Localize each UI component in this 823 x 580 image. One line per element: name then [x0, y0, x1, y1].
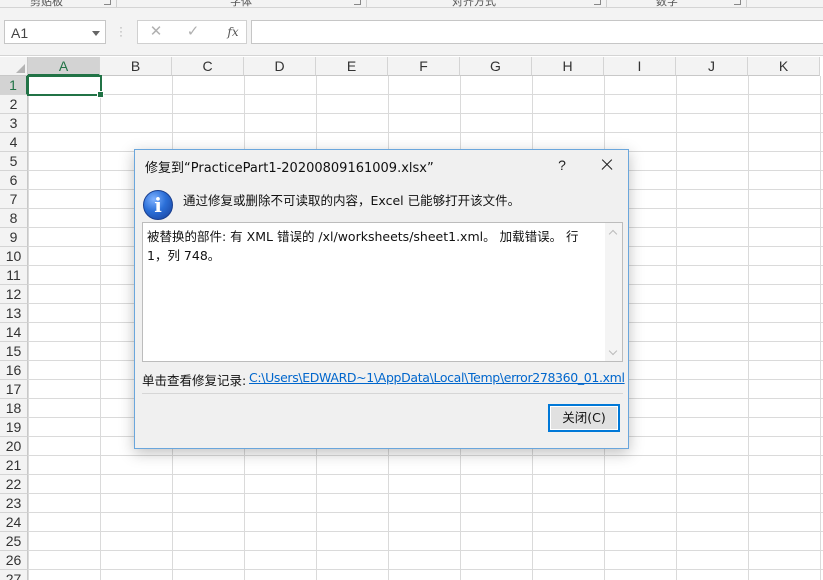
close-button[interactable]: 关闭(C) [548, 404, 620, 432]
ribbon-group-number: 数字 [656, 0, 678, 8]
row-header-26[interactable]: 26 [0, 551, 28, 570]
formula-input[interactable] [251, 20, 823, 44]
insert-function-icon[interactable]: fx [222, 23, 244, 41]
chevron-down-icon[interactable] [92, 31, 100, 36]
row-header-16[interactable]: 16 [0, 361, 28, 380]
column-header-a[interactable]: A [28, 57, 100, 76]
ribbon-group-labels: 剪贴板 字体 对齐方式 数字 [0, 0, 823, 8]
row-header-7[interactable]: 7 [0, 190, 28, 209]
row-header-9[interactable]: 9 [0, 228, 28, 247]
ribbon-separator [606, 0, 607, 7]
column-header-d[interactable]: D [244, 57, 316, 76]
ribbon-separator [746, 0, 747, 7]
row-header-25[interactable]: 25 [0, 532, 28, 551]
select-all-button[interactable] [0, 57, 28, 76]
formula-buttons: ✕ ✓ fx [137, 20, 247, 44]
repair-details-box[interactable]: 被替换的部件: 有 XML 错误的 /xl/worksheets/sheet1.… [142, 222, 623, 362]
row-header-20[interactable]: 20 [0, 437, 28, 456]
number-launcher-icon[interactable] [734, 0, 741, 5]
column-header-e[interactable]: E [316, 57, 388, 76]
help-icon[interactable]: ? [550, 154, 574, 176]
enter-icon[interactable]: ✓ [182, 23, 204, 41]
ribbon-group-font: 字体 [230, 0, 252, 8]
column-header-c[interactable]: C [172, 57, 244, 76]
row-header-22[interactable]: 22 [0, 475, 28, 494]
scroll-up-icon[interactable] [609, 228, 617, 236]
row-header-14[interactable]: 14 [0, 323, 28, 342]
name-box[interactable]: A1 [4, 20, 106, 44]
column-header-h[interactable]: H [532, 57, 604, 76]
row-header-13[interactable]: 13 [0, 304, 28, 323]
formula-bar: A1 · · · ✕ ✓ fx [0, 8, 823, 56]
alignment-launcher-icon[interactable] [594, 0, 601, 5]
column-header-j[interactable]: J [676, 57, 748, 76]
scroll-down-icon[interactable] [609, 348, 617, 356]
row-header-18[interactable]: 18 [0, 399, 28, 418]
ribbon-separator [116, 0, 117, 7]
row-header-19[interactable]: 19 [0, 418, 28, 437]
row-header-3[interactable]: 3 [0, 114, 28, 133]
row-header-2[interactable]: 2 [0, 95, 28, 114]
row-header-6[interactable]: 6 [0, 171, 28, 190]
formula-bar-grip-icon[interactable]: · · · [119, 21, 123, 41]
row-header-21[interactable]: 21 [0, 456, 28, 475]
info-icon: i [143, 190, 173, 220]
column-header-b[interactable]: B [100, 57, 172, 76]
dialog-message: 通过修复或删除不可读取的内容，Excel 已能够打开该文件。 [183, 193, 521, 208]
row-header-12[interactable]: 12 [0, 285, 28, 304]
active-cell-cursor[interactable] [27, 75, 104, 98]
dialog-divider [142, 393, 623, 394]
font-launcher-icon[interactable] [354, 0, 361, 5]
repair-details-text: 被替换的部件: 有 XML 错误的 /xl/worksheets/sheet1.… [147, 229, 579, 263]
ribbon-group-clipboard: 剪贴板 [30, 0, 63, 8]
close-icon[interactable] [595, 154, 619, 176]
row-header-8[interactable]: 8 [0, 209, 28, 228]
cancel-icon[interactable]: ✕ [145, 23, 167, 41]
row-header-1[interactable]: 1 [0, 76, 28, 95]
row-header-15[interactable]: 15 [0, 342, 28, 361]
row-header-17[interactable]: 17 [0, 380, 28, 399]
row-header-23[interactable]: 23 [0, 494, 28, 513]
row-header-4[interactable]: 4 [0, 133, 28, 152]
column-header-g[interactable]: G [460, 57, 532, 76]
ribbon-group-alignment: 对齐方式 [452, 0, 496, 8]
row-header-5[interactable]: 5 [0, 152, 28, 171]
row-header-10[interactable]: 10 [0, 247, 28, 266]
name-box-value: A1 [11, 25, 29, 41]
row-header-11[interactable]: 11 [0, 266, 28, 285]
column-header-i[interactable]: I [604, 57, 676, 76]
details-scrollbar[interactable] [605, 223, 622, 361]
repair-dialog: 修复到“PracticePart1-20200809161009.xlsx” ?… [134, 149, 629, 449]
clipboard-launcher-icon[interactable] [104, 0, 111, 5]
column-header-k[interactable]: K [748, 57, 820, 76]
repair-log-label: 单击查看修复记录: [142, 373, 247, 388]
repair-log-link[interactable]: C:\Users\EDWARD~1\AppData\Local\Temp\err… [249, 370, 625, 385]
ribbon-separator [366, 0, 367, 7]
row-header-24[interactable]: 24 [0, 513, 28, 532]
dialog-title: 修复到“PracticePart1-20200809161009.xlsx” [145, 161, 434, 176]
column-header-f[interactable]: F [388, 57, 460, 76]
row-header-27[interactable]: 27 [0, 570, 28, 580]
